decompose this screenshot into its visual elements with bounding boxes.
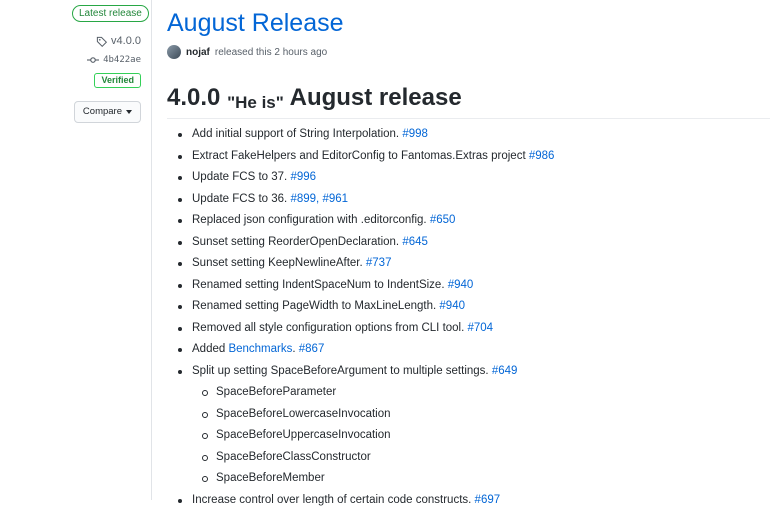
tag-icon [96, 36, 107, 47]
chevron-down-icon [126, 110, 132, 114]
list-item: Replaced json configuration with .editor… [178, 210, 554, 232]
author-name[interactable]: nojaf [186, 47, 210, 58]
verified-badge[interactable]: Verified [94, 73, 141, 88]
issue-link[interactable]: #649 [492, 365, 518, 377]
list-item: Add initial support of String Interpolat… [178, 124, 554, 146]
change-text: Removed all style configuration options … [192, 322, 468, 334]
benchmarks-link[interactable]: Benchmarks [228, 343, 292, 355]
change-text: Added [192, 343, 228, 355]
compare-label: Compare [83, 102, 122, 122]
divider [167, 118, 770, 119]
version-number: 4.0.0 [167, 84, 220, 111]
tag-link[interactable]: v4.0.0 [96, 35, 141, 47]
avatar[interactable] [167, 45, 181, 59]
list-item: Added Benchmarks. #867 [178, 339, 554, 361]
issue-link[interactable]: #704 [468, 322, 494, 334]
latest-release-badge: Latest release [72, 5, 149, 22]
sub-list-item: SpaceBeforeMember [178, 468, 554, 490]
change-text: Replaced json configuration with .editor… [192, 214, 430, 226]
change-text: Add initial support of String Interpolat… [192, 128, 402, 140]
sub-list-container: SpaceBeforeParameterSpaceBeforeLowercase… [178, 382, 554, 490]
list-item: Update FCS to 36. #899, #961 [178, 189, 554, 211]
issue-link[interactable]: #996 [290, 171, 316, 183]
sub-list-item: SpaceBeforeClassConstructor [178, 447, 554, 469]
version-heading-rest: August release [290, 84, 462, 111]
list-item: Removed all style configuration options … [178, 318, 554, 340]
issue-link[interactable]: #998 [402, 128, 428, 140]
commit-icon [87, 56, 99, 64]
sub-list-item: SpaceBeforeParameter [178, 382, 554, 404]
change-text: Update FCS to 36. [192, 193, 290, 205]
change-text: Update FCS to 37. [192, 171, 290, 183]
change-text: Sunset setting KeepNewlineAfter. [192, 257, 366, 269]
version-heading: 4.0.0 "He is" August release [167, 82, 462, 119]
list-item: Extract FakeHelpers and EditorConfig to … [178, 146, 554, 168]
release-sidebar: Latest release v4.0.0 4b422ae Verified C… [0, 0, 152, 500]
change-text: Sunset setting ReorderOpenDeclaration. [192, 236, 402, 248]
issue-link[interactable]: #650 [430, 214, 456, 226]
version-quote: "He is" [227, 93, 284, 112]
issue-link[interactable]: #940 [439, 300, 465, 312]
commit-hash: 4b422ae [103, 55, 141, 65]
change-text: Split up setting SpaceBeforeArgument to … [192, 365, 492, 377]
release-title[interactable]: August Release [167, 8, 344, 38]
sub-list: SpaceBeforeParameterSpaceBeforeLowercase… [178, 382, 554, 490]
sub-list-item: SpaceBeforeUppercaseInvocation [178, 425, 554, 447]
list-item: Update FCS to 37. #996 [178, 167, 554, 189]
change-text: Extract FakeHelpers and EditorConfig to … [192, 150, 529, 162]
change-text: Renamed setting IndentSpaceNum to Indent… [192, 279, 448, 291]
commit-link[interactable]: 4b422ae [87, 55, 141, 65]
release-time: released this 2 hours ago [215, 47, 327, 58]
issue-link[interactable]: #645 [402, 236, 428, 248]
issue-link[interactable]: #737 [366, 257, 392, 269]
changes-list: Add initial support of String Interpolat… [178, 124, 554, 511]
list-item: Renamed setting IndentSpaceNum to Indent… [178, 275, 554, 297]
list-item: Split up setting SpaceBeforeArgument to … [178, 361, 554, 383]
sub-list-item: SpaceBeforeLowercaseInvocation [178, 404, 554, 426]
issue-link[interactable]: #986 [529, 150, 555, 162]
list-item: Renamed setting PageWidth to MaxLineLeng… [178, 296, 554, 318]
issue-link[interactable]: #899 [290, 193, 316, 205]
compare-button[interactable]: Compare [74, 101, 141, 123]
tag-label: v4.0.0 [111, 35, 141, 47]
list-item: Increase control over length of certain … [178, 490, 554, 511]
release-meta: nojaf released this 2 hours ago [167, 45, 327, 59]
issue-link[interactable]: #867 [299, 343, 325, 355]
change-text: Renamed setting PageWidth to MaxLineLeng… [192, 300, 439, 312]
list-item: Sunset setting ReorderOpenDeclaration. #… [178, 232, 554, 254]
issue-link[interactable]: #961 [322, 193, 348, 205]
issue-link[interactable]: #940 [448, 279, 474, 291]
list-item: Sunset setting KeepNewlineAfter. #737 [178, 253, 554, 275]
